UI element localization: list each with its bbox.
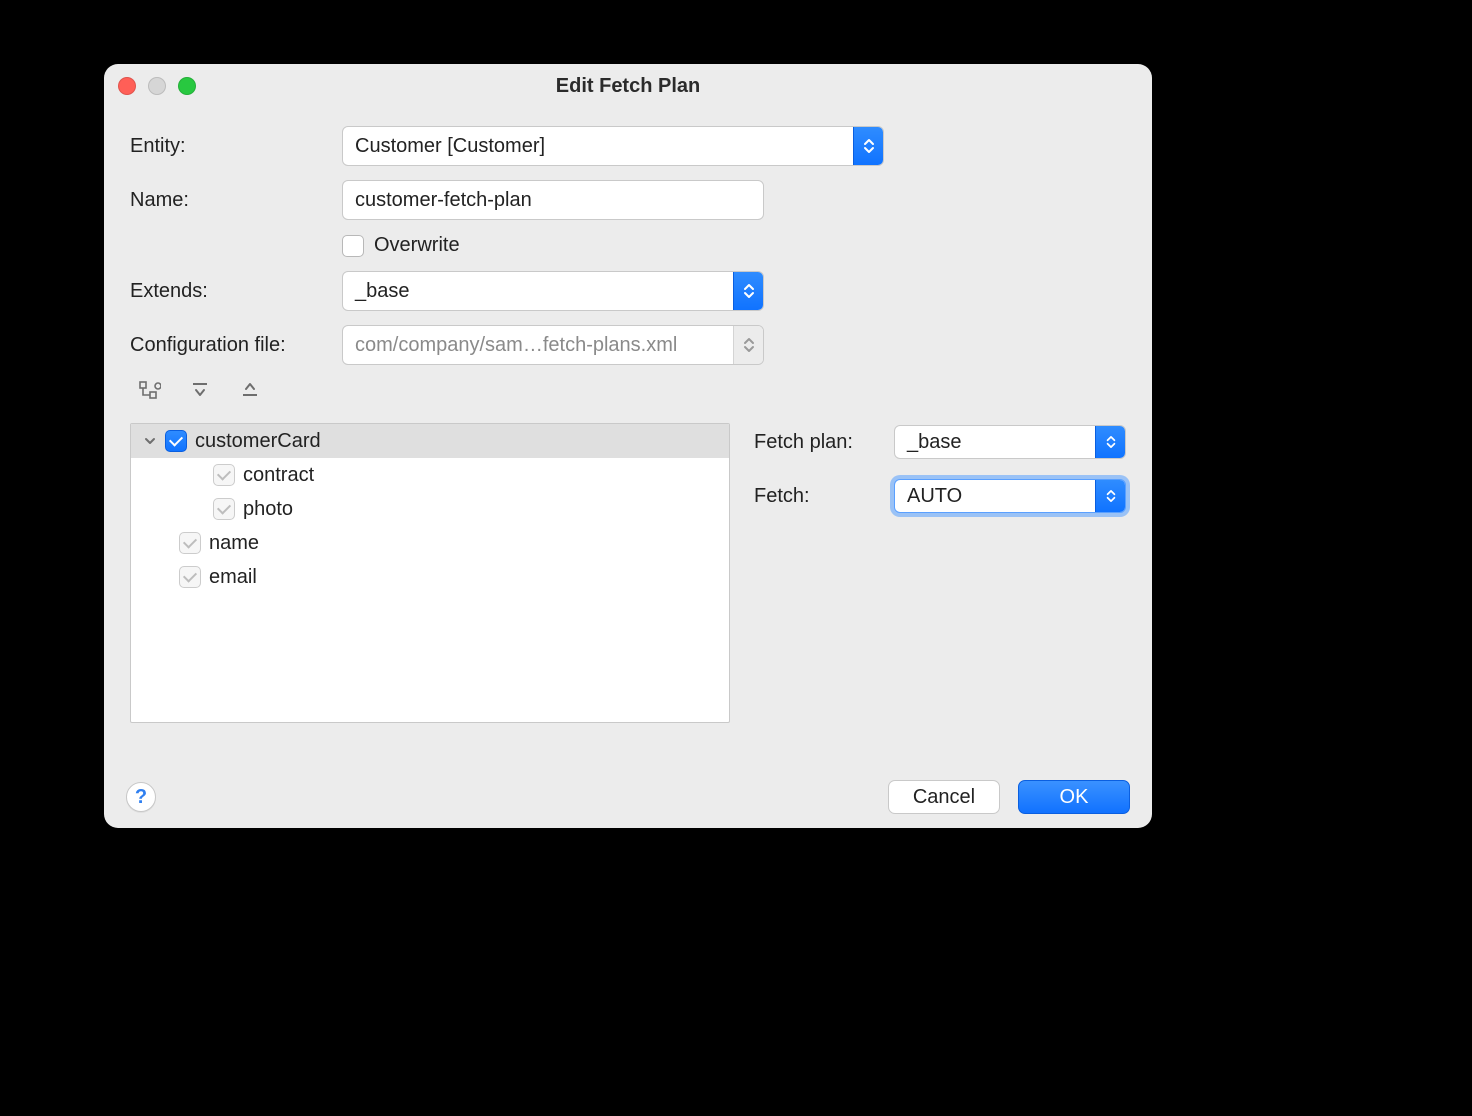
fetch-label: Fetch:: [754, 485, 894, 508]
middle-area: customerCard contract photo name email F…: [104, 423, 1152, 723]
entity-combobox[interactable]: Customer [Customer]: [342, 126, 884, 166]
chevron-down-icon[interactable]: [141, 435, 159, 447]
expand-all-button[interactable]: [186, 379, 214, 403]
tree-item-label: photo: [243, 498, 293, 521]
tree-checkbox[interactable]: [179, 566, 201, 588]
tree-toolbar: [130, 371, 1126, 413]
cancel-button[interactable]: Cancel: [888, 780, 1000, 814]
tree-settings-button[interactable]: [136, 379, 164, 403]
tree-item-label: email: [209, 566, 257, 589]
fetch-plan-combobox[interactable]: _base: [894, 425, 1126, 459]
checkbox-box-icon: [342, 235, 364, 257]
chevron-updown-icon: [733, 272, 763, 310]
close-window-button[interactable]: [118, 77, 136, 95]
entity-label: Entity:: [130, 135, 342, 158]
chevron-updown-icon: [733, 326, 763, 364]
titlebar: Edit Fetch Plan: [104, 64, 1152, 108]
tree-row[interactable]: photo: [131, 492, 729, 526]
minimize-window-button[interactable]: [148, 77, 166, 95]
window-controls: [118, 77, 196, 95]
config-file-combobox[interactable]: com/company/sam…fetch-plans.xml: [342, 325, 764, 365]
tree-checkbox[interactable]: [213, 464, 235, 486]
ok-button[interactable]: OK: [1018, 780, 1130, 814]
config-file-value: com/company/sam…fetch-plans.xml: [343, 334, 733, 357]
dialog-footer: ? Cancel OK: [104, 766, 1152, 828]
tree-row[interactable]: email: [131, 560, 729, 594]
cancel-label: Cancel: [913, 786, 975, 809]
tree-checkbox[interactable]: [213, 498, 235, 520]
chevron-updown-icon: [1095, 426, 1125, 458]
overwrite-checkbox[interactable]: Overwrite: [342, 234, 460, 257]
fetch-value: AUTO: [895, 485, 1095, 508]
tree-checkbox[interactable]: [165, 430, 187, 452]
overwrite-label: Overwrite: [374, 234, 460, 257]
tree-row[interactable]: name: [131, 526, 729, 560]
dialog-window: Edit Fetch Plan Entity: Customer [Custom…: [104, 64, 1152, 828]
name-input[interactable]: [342, 180, 764, 220]
fetch-plan-value: _base: [895, 431, 1095, 454]
tree-row[interactable]: contract: [131, 458, 729, 492]
tree-checkbox[interactable]: [179, 532, 201, 554]
window-title: Edit Fetch Plan: [556, 75, 700, 98]
entity-value: Customer [Customer]: [343, 135, 853, 158]
fetch-plan-label: Fetch plan:: [754, 431, 894, 454]
zoom-window-button[interactable]: [178, 77, 196, 95]
help-button[interactable]: ?: [126, 782, 156, 812]
chevron-updown-icon: [853, 127, 883, 165]
attribute-tree[interactable]: customerCard contract photo name email: [130, 423, 730, 723]
fetch-combobox[interactable]: AUTO: [894, 479, 1126, 513]
tree-row[interactable]: customerCard: [131, 424, 729, 458]
form-area: Entity: Customer [Customer] Name:: [104, 108, 1152, 423]
tree-item-label: contract: [243, 464, 314, 487]
detail-panel: Fetch plan: _base Fetch: AUTO: [754, 423, 1126, 723]
extends-label: Extends:: [130, 280, 342, 303]
extends-combobox[interactable]: _base: [342, 271, 764, 311]
config-file-label: Configuration file:: [130, 334, 342, 357]
name-label: Name:: [130, 189, 342, 212]
collapse-all-button[interactable]: [236, 379, 264, 403]
chevron-updown-icon: [1095, 480, 1125, 512]
tree-item-label: name: [209, 532, 259, 555]
extends-value: _base: [343, 280, 733, 303]
tree-item-label: customerCard: [195, 430, 321, 453]
ok-label: OK: [1060, 786, 1089, 809]
